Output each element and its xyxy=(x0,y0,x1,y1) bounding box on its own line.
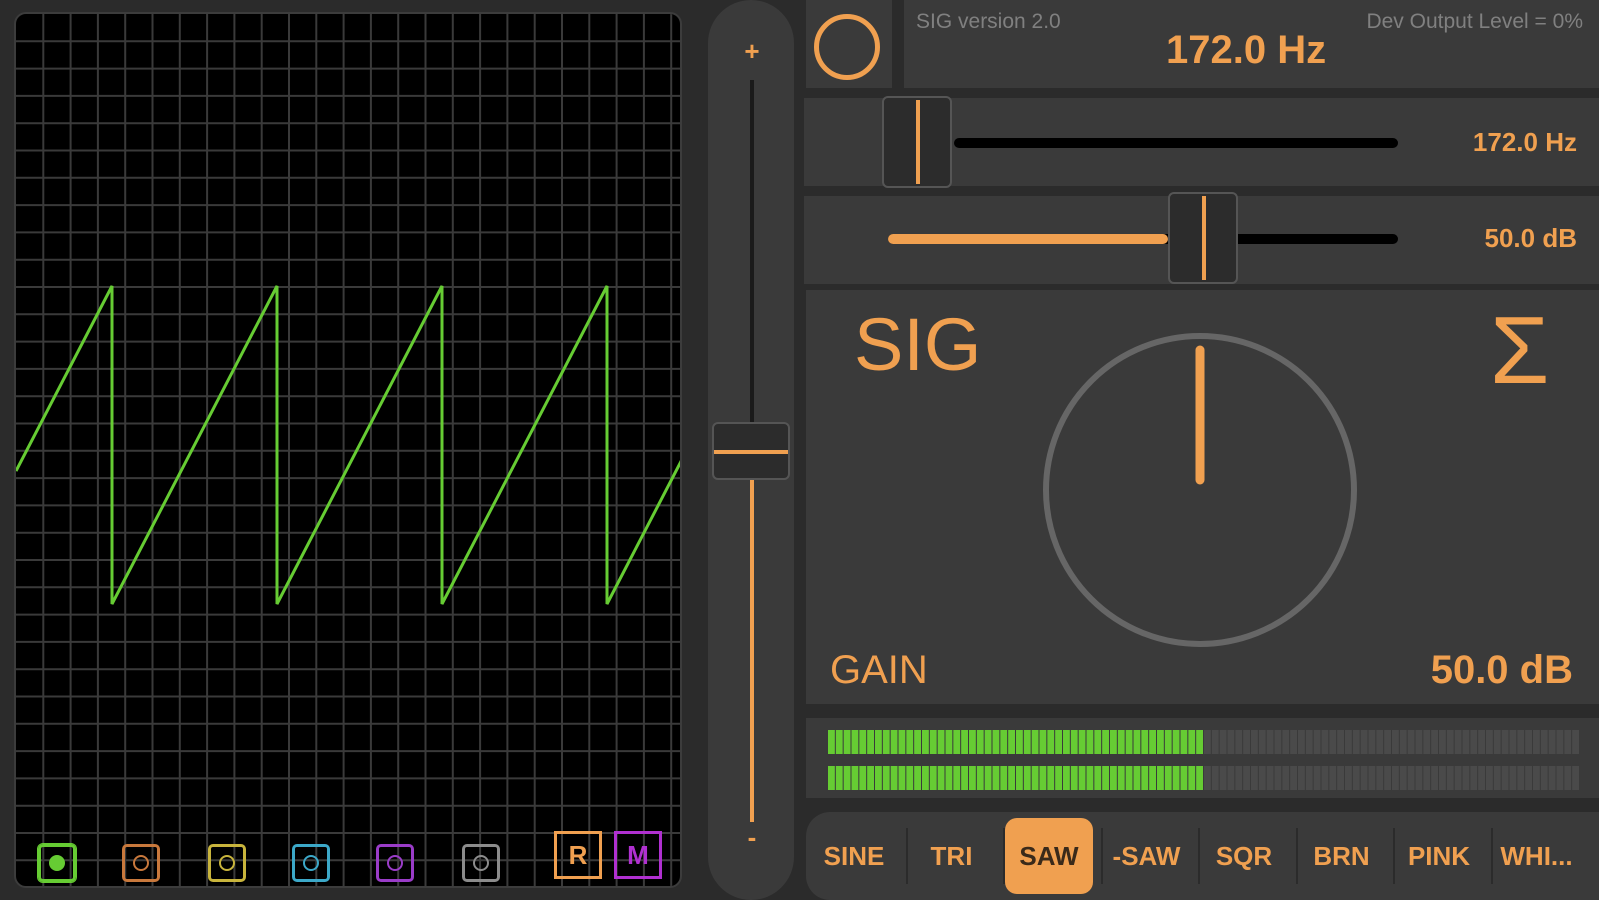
gain-label: GAIN xyxy=(830,648,928,692)
waveform-saw-button[interactable]: SAW xyxy=(1005,818,1093,894)
version-text: SIG version 2.0 xyxy=(916,10,1061,33)
level-meter-right xyxy=(828,766,1580,790)
gain-slider-fill xyxy=(888,234,1168,244)
waveform-separator xyxy=(1295,828,1298,884)
frequency-slider-panel: 172.0 Hz xyxy=(804,96,1599,188)
record-button[interactable]: R xyxy=(554,831,602,879)
waveform-saw-button[interactable]: -SAW xyxy=(1103,818,1191,894)
waveform-separator xyxy=(1003,828,1005,884)
power-ring-icon xyxy=(814,14,880,80)
waveform-separator xyxy=(905,828,908,884)
channel-6-button[interactable] xyxy=(462,844,500,882)
waveform-separator xyxy=(1198,828,1200,884)
sawtooth-trace xyxy=(16,285,680,605)
frequency-slider-rail[interactable] xyxy=(954,138,1398,148)
output-thumb-mark xyxy=(714,450,788,454)
waveform-separator xyxy=(1490,828,1493,884)
minus-label: - xyxy=(747,822,757,852)
mode-button[interactable]: M xyxy=(614,831,662,879)
gain-knob[interactable] xyxy=(1040,330,1360,650)
waveform-sine-button[interactable]: SINE xyxy=(810,818,898,894)
waveform-sqr-button[interactable]: SQR xyxy=(1200,818,1288,894)
oscilloscope-display: R M xyxy=(14,12,682,888)
output-slider-fill xyxy=(750,480,754,822)
gain-slider-panel: 50.0 dB xyxy=(804,192,1599,284)
level-meter-left xyxy=(828,730,1580,754)
channel-1-dot-icon xyxy=(49,855,65,871)
waveform-pink-button[interactable]: PINK xyxy=(1395,818,1483,894)
channel-4-button[interactable] xyxy=(292,844,330,882)
channel-4-ring-icon xyxy=(303,855,319,871)
device-output-level: Dev Output Level = 0% xyxy=(1366,10,1583,33)
channel-3-ring-icon xyxy=(219,855,235,871)
frequency-thumb-mark xyxy=(916,100,920,184)
channel-1-button[interactable] xyxy=(38,844,76,882)
frequency-slider-value: 172.0 Hz xyxy=(1472,127,1577,157)
channel-6-ring-icon xyxy=(473,855,489,871)
waveform-brn-button[interactable]: BRN xyxy=(1298,818,1386,894)
gain-slider-value: 50.0 dB xyxy=(1484,223,1578,253)
channel-2-ring-icon xyxy=(133,855,149,871)
channel-5-ring-icon xyxy=(387,855,403,871)
waveform-whi-button[interactable]: WHI... xyxy=(1493,818,1581,894)
sum-icon[interactable]: Σ xyxy=(1490,296,1549,406)
frequency-slider-thumb[interactable] xyxy=(882,96,952,188)
gain-thumb-mark xyxy=(1202,196,1206,280)
output-slider-thumb[interactable] xyxy=(712,422,790,480)
gain-value: 50.0 dB xyxy=(1430,648,1573,692)
oscilloscope-grid xyxy=(16,14,680,886)
channel-3-button[interactable] xyxy=(208,844,246,882)
plus-label: + xyxy=(744,36,760,66)
waveform-tri-button[interactable]: TRI xyxy=(908,818,996,894)
waveform-separator xyxy=(1393,828,1395,884)
frequency-display: 172.0 Hz xyxy=(1166,28,1327,72)
channel-5-button[interactable] xyxy=(376,844,414,882)
gain-slider-thumb[interactable] xyxy=(1168,192,1238,284)
sig-title: SIG xyxy=(854,303,982,386)
gain-knob-dial xyxy=(1043,333,1357,647)
waveform-separator xyxy=(1100,828,1103,884)
channel-2-button[interactable] xyxy=(122,844,160,882)
